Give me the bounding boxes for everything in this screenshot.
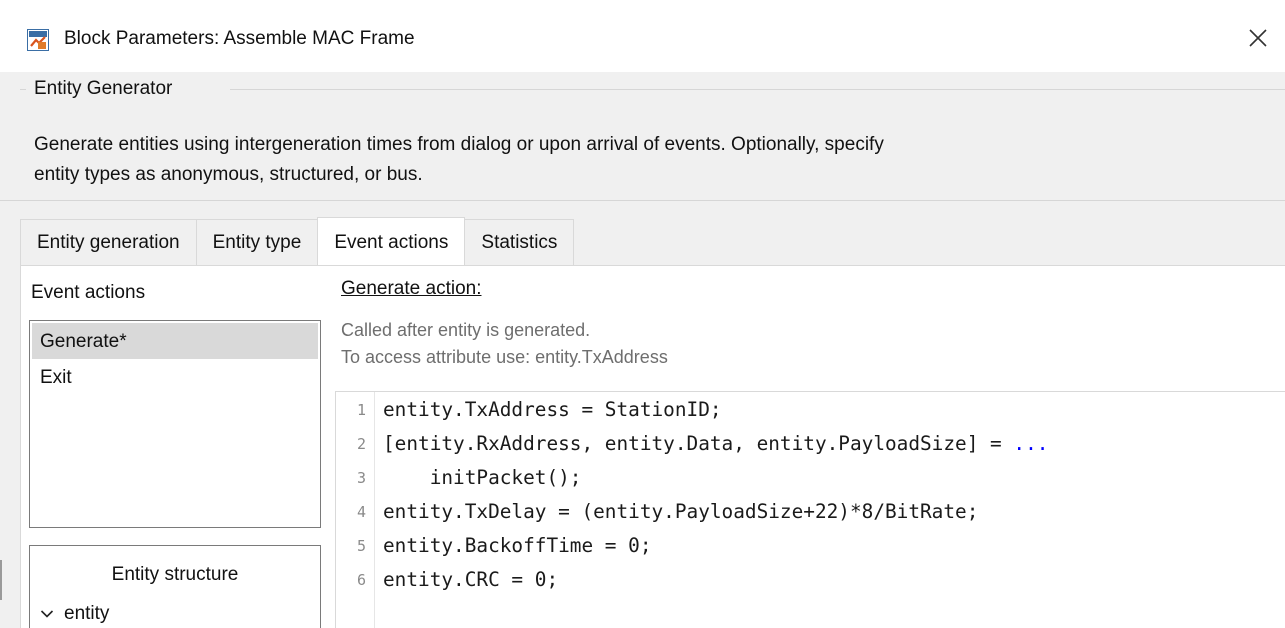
entity-structure-panel: Entity structure entity: [29, 545, 321, 628]
tab-bar: Entity generation Entity type Event acti…: [20, 217, 575, 265]
tab-event-actions[interactable]: Event actions: [317, 217, 466, 265]
group-border: [20, 89, 26, 90]
group-divider: [0, 200, 1285, 201]
code-line: 6 entity.CRC = 0;: [336, 563, 558, 597]
description-line: entity types as anonymous, structured, o…: [34, 164, 423, 185]
tab-entity-type[interactable]: Entity type: [195, 219, 319, 265]
window-edge: [0, 560, 2, 600]
code-text: entity.BackoffTime = 0;: [383, 534, 652, 557]
generate-action-heading: Generate action:: [341, 278, 482, 299]
line-number: 1: [356, 401, 366, 419]
title-bar[interactable]: Block Parameters: Assemble MAC Frame: [0, 0, 1285, 72]
generate-action-note: Called after entity is generated. To acc…: [341, 317, 668, 371]
event-actions-heading: Event actions: [31, 282, 146, 303]
event-actions-list[interactable]: Generate* Exit: [29, 320, 321, 528]
code-text: entity.TxDelay = (entity.PayloadSize+22)…: [383, 500, 979, 523]
close-icon: [1249, 29, 1267, 47]
entity-generator-group: Entity Generator Generate entities using…: [0, 72, 1285, 202]
code-line: 2 [entity.RxAddress, entity.Data, entity…: [336, 427, 1048, 461]
line-number: 6: [356, 571, 366, 589]
code-text: entity.CRC = 0;: [383, 568, 559, 591]
code-editor[interactable]: 1 entity.TxAddress = StationID; 2 [entit…: [335, 391, 1285, 628]
entity-structure-title: Entity structure: [111, 564, 239, 585]
window-title: Block Parameters: Assemble MAC Frame: [64, 28, 415, 49]
group-border: [230, 89, 1285, 90]
note-line: Called after entity is generated.: [341, 320, 591, 340]
line-number: 5: [356, 537, 366, 555]
description-line: Generate entities using intergeneration …: [34, 134, 884, 155]
line-continuation: ...: [1013, 432, 1049, 455]
simulink-block-icon: [27, 29, 49, 51]
code-text: initPacket();: [383, 466, 582, 489]
code-text: entity.TxAddress = StationID;: [383, 398, 722, 421]
line-number: 2: [356, 435, 366, 453]
group-legend: Entity Generator: [34, 78, 173, 99]
note-line: To access attribute use: entity.TxAddres…: [341, 347, 668, 367]
tab-statistics[interactable]: Statistics: [464, 219, 575, 265]
code-line: 5 entity.BackoffTime = 0;: [336, 529, 652, 563]
code-line: 1 entity.TxAddress = StationID;: [336, 393, 722, 427]
code-line: 3 initPacket();: [336, 461, 582, 495]
block-parameters-dialog: Block Parameters: Assemble MAC Frame Ent…: [0, 0, 1285, 628]
close-button[interactable]: [1241, 22, 1275, 54]
tab-entity-generation[interactable]: Entity generation: [20, 219, 197, 265]
code-line: 4 entity.TxDelay = (entity.PayloadSize+2…: [336, 495, 978, 529]
list-item-exit[interactable]: Exit: [30, 359, 320, 395]
event-actions-pane: Event actions Generate* Exit Entity stru…: [20, 265, 1285, 628]
tree-node-label: entity: [64, 603, 110, 624]
block-description: Generate entities using intergeneration …: [34, 130, 1254, 190]
tree-node-entity[interactable]: entity: [40, 603, 109, 625]
line-number: 3: [356, 469, 366, 487]
code-text: [entity.RxAddress, entity.Data, entity.P…: [383, 432, 1049, 455]
chevron-down-icon[interactable]: [40, 609, 54, 619]
line-number: 4: [356, 503, 366, 521]
list-item-generate[interactable]: Generate*: [32, 323, 318, 359]
